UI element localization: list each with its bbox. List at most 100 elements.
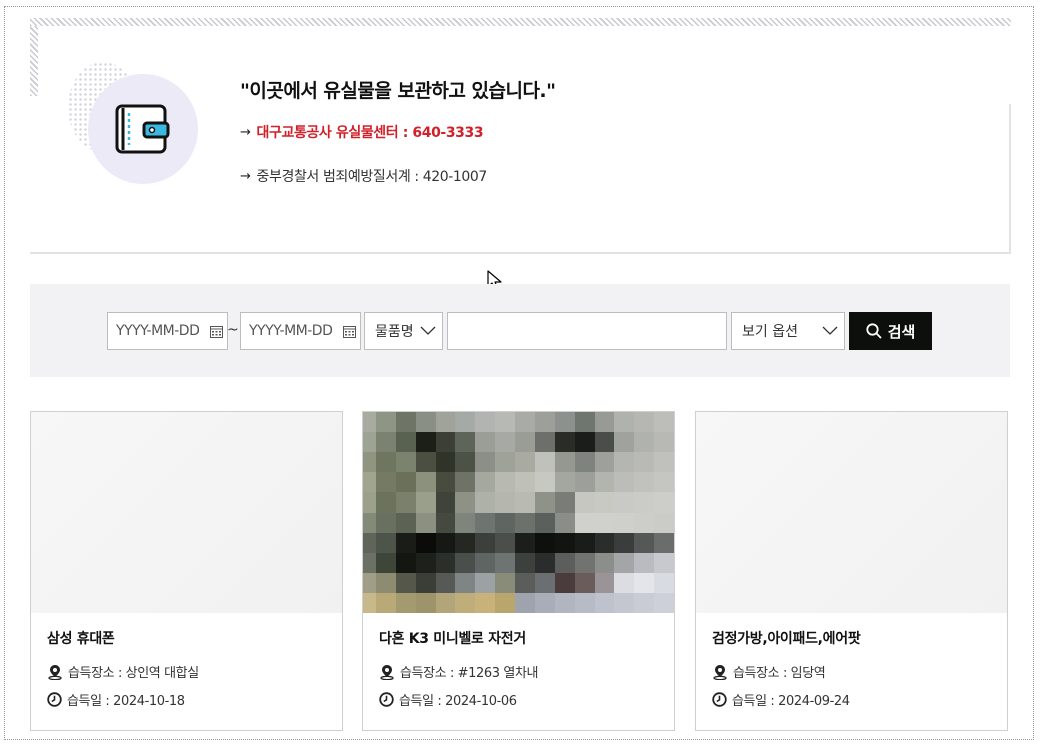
- photo-pixel: [634, 572, 655, 593]
- photo-pixel: [614, 472, 635, 493]
- photo-pixel: [594, 492, 615, 513]
- hatch-decoration-left: [30, 26, 38, 96]
- photo-pixel: [363, 452, 376, 473]
- photo-pixel: [554, 412, 575, 433]
- photo-pixel: [554, 472, 575, 493]
- photo-pixel: [375, 452, 396, 473]
- map-pin-icon: [48, 664, 62, 680]
- card-place-text: 습득장소 : 상인역 대합실: [68, 666, 199, 681]
- photo-pixel: [475, 552, 496, 573]
- lost-item-card[interactable]: 검정가방,아이패드,에어팟 습득장소 : 임당역 습득일 : 2024-09-2…: [695, 411, 1008, 731]
- photo-pixel: [534, 472, 555, 493]
- photo-pixel: [594, 592, 615, 613]
- photo-pixel: [634, 532, 655, 553]
- photo-pixel: [614, 492, 635, 513]
- photo-pixel: [395, 432, 416, 453]
- photo-pixel: [363, 512, 376, 533]
- photo-pixel: [654, 512, 674, 533]
- map-pin-icon: [380, 664, 394, 680]
- card-date: 습득일 : 2024-10-06: [379, 690, 517, 709]
- category-select[interactable]: 물품명: [364, 312, 443, 350]
- photo-pixel: [614, 432, 635, 453]
- photo-pixel: [554, 532, 575, 553]
- clock-icon: [379, 692, 394, 707]
- photo-pixel: [363, 472, 376, 493]
- photo-pixel: [534, 552, 555, 573]
- photo-pixel: [554, 452, 575, 473]
- photo-pixel: [475, 412, 496, 433]
- photo-pixel: [475, 472, 496, 493]
- photo-pixel: [515, 552, 535, 573]
- photo-pixel: [375, 492, 396, 513]
- photo-pixel: [455, 452, 476, 473]
- photo-pixel: [435, 532, 456, 553]
- keyword-input[interactable]: [447, 312, 727, 350]
- photo-pixel: [534, 452, 555, 473]
- date-to-field[interactable]: YYYY-MM-DD: [240, 312, 361, 350]
- photo-pixel: [363, 492, 376, 513]
- photo-pixel: [495, 412, 515, 433]
- search-button[interactable]: 검색: [849, 312, 932, 350]
- photo-pixel: [554, 572, 575, 593]
- lost-item-card[interactable]: 삼성 휴대폰 습득장소 : 상인역 대합실 습득일 : 2024-10-18: [30, 411, 343, 731]
- photo-pixel: [495, 532, 515, 553]
- calendar-icon[interactable]: [210, 325, 223, 338]
- photo-pixel: [395, 472, 416, 493]
- photo-pixel: [435, 452, 456, 473]
- photo-pixel: [634, 492, 655, 513]
- photo-pixel: [475, 452, 496, 473]
- photo-pixel: [654, 492, 674, 513]
- photo-pixel: [594, 432, 615, 453]
- card-place: 습득장소 : 임당역: [712, 662, 826, 681]
- photo-pixel: [634, 512, 655, 533]
- photo-pixel: [455, 412, 476, 433]
- photo-pixel: [515, 572, 535, 593]
- wallet-icon: [115, 104, 170, 154]
- photo-pixel: [654, 452, 674, 473]
- photo-pixel: [534, 412, 555, 433]
- date-from-field[interactable]: YYYY-MM-DD: [107, 312, 228, 350]
- card-date-text: 습득일 : 2024-10-06: [399, 694, 517, 709]
- lost-items-info-box: "이곳에서 유실물을 보관하고 있습니다." → 대구교통공사 유실물센터 : …: [30, 18, 1011, 254]
- photo-pixel: [455, 492, 476, 513]
- photo-pixel: [415, 452, 436, 473]
- photo-pixel: [534, 492, 555, 513]
- photo-pixel: [395, 552, 416, 573]
- photo-pixel: [475, 532, 496, 553]
- lost-center-text: 대구교통공사 유실물센터 : 640-3333: [256, 125, 484, 141]
- photo-pixel: [395, 512, 416, 533]
- photo-pixel: [495, 512, 515, 533]
- photo-pixel: [654, 412, 674, 433]
- photo-pixel: [363, 412, 376, 433]
- photo-pixel: [455, 472, 476, 493]
- photo-pixel: [654, 532, 674, 553]
- photo-pixel: [375, 512, 396, 533]
- card-place: 습득장소 : #1263 열차내: [379, 662, 538, 681]
- photo-pixel: [495, 572, 515, 593]
- info-box-border-bottom: [30, 252, 1011, 254]
- photo-pixel: [534, 532, 555, 553]
- calendar-icon[interactable]: [343, 325, 356, 338]
- photo-pixel: [654, 432, 674, 453]
- card-date-text: 습득일 : 2024-09-24: [732, 694, 850, 709]
- search-button-label: 검색: [887, 322, 916, 341]
- photo-pixel: [375, 412, 396, 433]
- date-range-separator: ~: [227, 322, 239, 338]
- photo-pixel: [475, 492, 496, 513]
- view-option-select[interactable]: 보기 옵션: [731, 312, 845, 350]
- photo-pixel: [435, 412, 456, 433]
- photo-pixel: [614, 512, 635, 533]
- lost-item-card[interactable]: 다혼 K3 미니벨로 자전거 습득장소 : #1263 열차내 습득일 : 20…: [362, 411, 675, 731]
- map-pin-icon: [713, 664, 727, 680]
- photo-pixel: [634, 432, 655, 453]
- photo-pixel: [515, 592, 535, 613]
- photo-pixel: [574, 552, 595, 573]
- photo-pixel: [375, 552, 396, 573]
- photo-pixel: [363, 532, 376, 553]
- info-title: "이곳에서 유실물을 보관하고 있습니다.": [240, 80, 556, 102]
- wallet-icon-circle: [88, 74, 198, 184]
- photo-pixel: [435, 552, 456, 573]
- photo-pixel: [495, 492, 515, 513]
- photo-pixel: [614, 592, 635, 613]
- card-title: 다혼 K3 미니벨로 자전거: [379, 631, 526, 647]
